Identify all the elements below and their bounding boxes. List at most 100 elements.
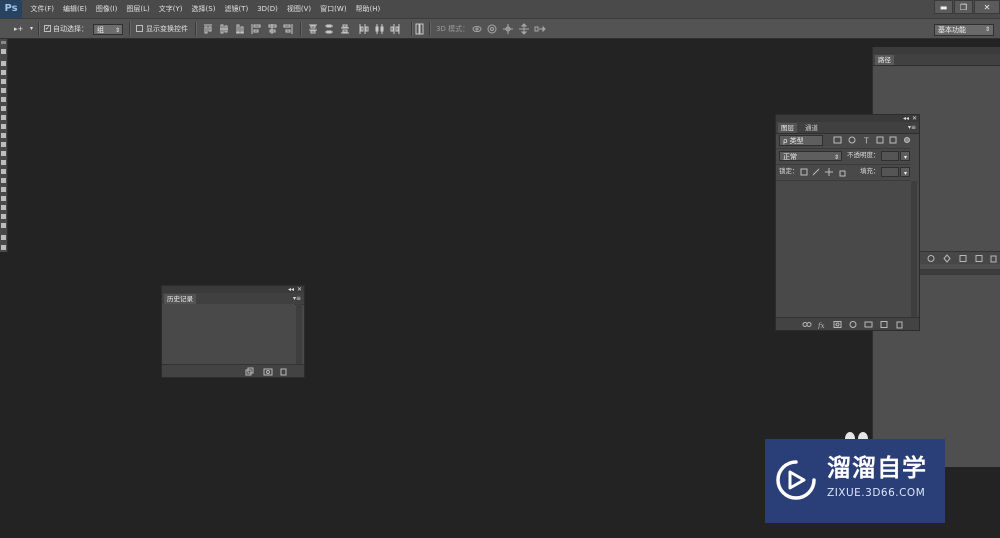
fill-dropdown-arrow-icon[interactable]: ▾	[900, 167, 910, 177]
hand-tool-icon[interactable]	[1, 214, 6, 219]
trash-icon[interactable]	[280, 368, 287, 376]
distribute-horizontal-centers-icon[interactable]	[375, 24, 384, 34]
trash-icon[interactable]	[896, 321, 903, 329]
new-group-icon[interactable]	[864, 321, 873, 328]
eyedropper-tool-icon[interactable]	[1, 97, 6, 102]
panel-close-icon[interactable]: ✕	[297, 286, 302, 293]
history-scrollbar[interactable]	[296, 304, 302, 365]
type-filter-icon[interactable]: T	[863, 137, 869, 146]
menu-layer[interactable]: 图层(L)	[122, 0, 154, 18]
3d-roll-icon[interactable]	[487, 24, 497, 34]
menu-filter[interactable]: 滤镜(T)	[220, 0, 253, 18]
auto-select-checkbox[interactable]: ✓	[44, 25, 51, 32]
distribute-bottom-icon[interactable]	[341, 24, 349, 34]
preset-dropdown-arrow-icon[interactable]: ▾	[30, 19, 33, 39]
dock-header[interactable]	[873, 47, 1000, 54]
3d-rotate-icon[interactable]	[472, 26, 482, 32]
pen-tool-icon[interactable]	[1, 178, 6, 183]
auto-align-layers-icon[interactable]	[415, 23, 425, 35]
layers-list[interactable]	[776, 181, 910, 317]
layers-scrollbar[interactable]	[911, 181, 917, 317]
healing-brush-tool-icon[interactable]	[1, 106, 6, 111]
shape-tool-icon[interactable]	[1, 205, 6, 210]
pixel-filter-icon[interactable]	[833, 136, 842, 144]
lock-position-icon[interactable]	[825, 168, 833, 176]
add-mask-icon[interactable]	[833, 321, 842, 328]
menu-edit[interactable]: 编辑(E)	[59, 0, 92, 18]
new-layer-icon[interactable]	[880, 321, 888, 328]
path-selection-tool-icon[interactable]	[1, 196, 6, 201]
lock-transparent-pixels-icon[interactable]	[800, 168, 808, 176]
stroke-path-icon[interactable]	[943, 254, 951, 263]
minimize-button[interactable]: ▬	[934, 0, 953, 14]
zoom-tool-icon[interactable]	[1, 223, 6, 228]
history-list[interactable]	[162, 304, 295, 365]
tab-history[interactable]: 历史记录	[164, 294, 196, 304]
collapse-icon[interactable]: ◂◂	[288, 286, 294, 293]
trash-icon[interactable]	[990, 255, 997, 263]
adjustment-layer-icon[interactable]	[849, 321, 857, 328]
link-layers-icon[interactable]	[802, 322, 812, 327]
color-swatches-icon[interactable]	[1, 235, 6, 240]
tab-layers[interactable]: 图层	[778, 123, 797, 133]
lock-all-icon[interactable]	[839, 170, 846, 177]
opacity-dropdown-arrow-icon[interactable]: ▾	[900, 151, 910, 161]
move-tool-preset-icon[interactable]: ▸+	[14, 19, 23, 39]
menu-type[interactable]: 文字(Y)	[154, 0, 187, 18]
quick-mask-icon[interactable]	[1, 245, 6, 250]
align-right-edges-icon[interactable]	[283, 24, 293, 34]
shape-filter-icon[interactable]	[876, 136, 884, 144]
menu-3d[interactable]: 3D(D)	[253, 0, 283, 18]
brush-tool-icon[interactable]	[1, 115, 6, 120]
adjustment-filter-icon[interactable]	[848, 136, 856, 144]
tab-channels[interactable]: 通道	[802, 123, 821, 133]
distribute-left-icon[interactable]	[359, 24, 369, 34]
show-transform-checkbox[interactable]	[136, 25, 143, 32]
distribute-vertical-centers-icon[interactable]	[325, 24, 333, 34]
layer-style-icon[interactable]: fx	[817, 322, 825, 329]
tab-paths[interactable]: 路径	[875, 55, 894, 65]
align-horizontal-centers-icon[interactable]	[268, 24, 277, 34]
blend-mode-dropdown[interactable]: 正常 ⇕	[779, 151, 842, 161]
smart-object-filter-icon[interactable]	[889, 136, 897, 144]
type-tool-icon[interactable]	[1, 187, 6, 192]
workspace-dropdown[interactable]: 基本功能 ⇕	[934, 24, 994, 36]
align-left-edges-icon[interactable]	[251, 24, 261, 34]
3d-drag-icon[interactable]	[503, 24, 513, 34]
clone-stamp-tool-icon[interactable]	[1, 124, 6, 129]
camera-snapshot-icon[interactable]	[263, 368, 273, 376]
menu-help[interactable]: 帮助(H)	[351, 0, 385, 18]
filter-kind-dropdown[interactable]: ρ 类型	[779, 135, 823, 146]
restore-button[interactable]: ❐	[954, 0, 973, 14]
collapse-icon[interactable]: ◂◂	[903, 115, 909, 122]
panel-header[interactable]: ◂◂ ✕	[162, 286, 304, 293]
marquee-tool-icon[interactable]	[1, 61, 6, 66]
align-top-edges-icon[interactable]	[204, 24, 212, 34]
dodge-tool-icon[interactable]	[1, 169, 6, 174]
tools-collapse-icon[interactable]	[1, 41, 6, 44]
3d-slide-icon[interactable]	[519, 23, 529, 35]
load-selection-icon[interactable]	[959, 255, 967, 262]
menu-view[interactable]: 视图(V)	[282, 0, 315, 18]
new-path-icon[interactable]	[975, 255, 983, 262]
panel-close-icon[interactable]: ✕	[912, 115, 917, 122]
lasso-tool-icon[interactable]	[1, 70, 6, 75]
history-brush-tool-icon[interactable]	[1, 133, 6, 138]
opacity-field[interactable]	[881, 151, 899, 161]
distribute-top-icon[interactable]	[309, 24, 317, 34]
gradient-tool-icon[interactable]	[1, 151, 6, 156]
crop-tool-icon[interactable]	[1, 88, 6, 93]
fill-field[interactable]	[881, 167, 899, 177]
align-bottom-edges-icon[interactable]	[236, 24, 244, 34]
move-tool-icon[interactable]	[1, 49, 6, 54]
close-button[interactable]: ✕	[974, 0, 1000, 14]
new-document-from-state-icon[interactable]	[245, 367, 254, 376]
eraser-tool-icon[interactable]	[1, 142, 6, 147]
panel-menu-icon[interactable]: ▾≡	[908, 124, 916, 131]
auto-select-dropdown[interactable]: 组 ⇕	[93, 24, 123, 35]
menu-window[interactable]: 窗口(W)	[316, 0, 351, 18]
panel-menu-icon[interactable]: ▾≡	[293, 295, 301, 302]
3d-scale-icon[interactable]	[534, 25, 546, 33]
distribute-right-icon[interactable]	[390, 24, 400, 34]
menu-select[interactable]: 选择(S)	[187, 0, 220, 18]
